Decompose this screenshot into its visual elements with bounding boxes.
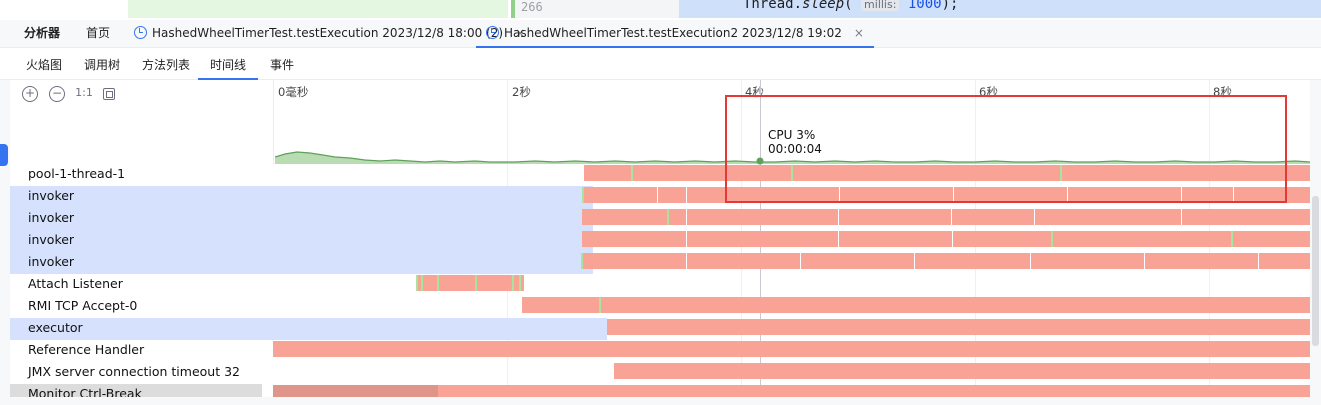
- thread-row[interactable]: invoker: [10, 252, 1310, 274]
- state-marker: [519, 275, 521, 291]
- thread-name: pool-1-thread-1: [28, 166, 126, 181]
- running-segment[interactable]: [582, 231, 1310, 247]
- tab-home[interactable]: 首页: [86, 20, 110, 48]
- left-tool-strip: [0, 80, 10, 405]
- zoom-in-icon[interactable]: +: [22, 86, 38, 102]
- thread-name: JMX server connection timeout 32: [28, 364, 240, 379]
- ruler-label: 0毫秒: [278, 85, 309, 99]
- code-text: Thread.sleep( millis: 1000);: [743, 0, 959, 12]
- tab-snapshot-2[interactable]: HashedWheelTimerTest.testExecution2 2023…: [476, 20, 874, 48]
- tab-events[interactable]: 事件: [270, 52, 294, 80]
- thread-name: invoker: [28, 232, 75, 247]
- profiler-window: 266 Thread.sleep( millis: 1000); 分析器 首页 …: [0, 0, 1321, 405]
- thread-row[interactable]: JMX server connection timeout 32: [10, 362, 1310, 384]
- tab-call-tree[interactable]: 调用树: [84, 52, 120, 80]
- tool-strip-active-marker[interactable]: [0, 144, 8, 166]
- snapshot-clock-icon: [486, 26, 499, 39]
- state-marker: [667, 209, 669, 225]
- line-gutter: 266: [511, 0, 679, 18]
- state-marker: [631, 165, 633, 181]
- annotation-highlight-box: [725, 95, 1287, 203]
- code-line[interactable]: Thread.sleep( millis: 1000);: [679, 0, 1321, 18]
- thread-name: RMI TCP Accept-0: [28, 298, 138, 313]
- thread-name: invoker: [28, 210, 75, 225]
- state-marker: [421, 275, 423, 291]
- thread-row[interactable]: RMI TCP Accept-0: [10, 296, 1310, 318]
- running-segment[interactable]: [416, 275, 524, 291]
- fit-to-window-icon[interactable]: [103, 88, 115, 100]
- tab-snapshot-1-label: HashedWheelTimerTest.testExecution 2023/…: [152, 26, 504, 40]
- thread-name: Attach Listener: [28, 276, 123, 291]
- zoom-reset-button[interactable]: 1:1: [74, 86, 94, 102]
- state-marker: [475, 275, 477, 291]
- scrollbar-thumb[interactable]: [1312, 196, 1319, 346]
- thread-name: invoker: [28, 254, 75, 269]
- status-strip: [0, 397, 1321, 405]
- tab-timeline[interactable]: 时间线: [198, 52, 259, 80]
- running-segment[interactable]: [273, 341, 1310, 357]
- state-marker: [1051, 231, 1053, 247]
- view-tab-bar: 火焰图 调用树 方法列表 时间线 事件: [0, 52, 1321, 80]
- state-marker: [416, 275, 418, 291]
- running-segment[interactable]: [522, 297, 1310, 313]
- state-marker: [581, 253, 583, 269]
- close-icon[interactable]: ×: [854, 26, 864, 40]
- tab-flame-graph[interactable]: 火焰图: [26, 52, 62, 80]
- tab-method-list[interactable]: 方法列表: [142, 52, 190, 80]
- state-marker: [512, 275, 514, 291]
- line-number: 266: [521, 0, 543, 14]
- param-hint: millis:: [861, 0, 900, 11]
- running-segment[interactable]: [607, 319, 1310, 335]
- state-marker: [437, 275, 439, 291]
- running-segment[interactable]: [582, 253, 1310, 269]
- thread-name: executor: [28, 320, 83, 335]
- editor-strip: 266 Thread.sleep( millis: 1000);: [0, 0, 1321, 18]
- state-marker: [582, 187, 584, 203]
- state-marker: [1231, 231, 1233, 247]
- zoom-out-icon[interactable]: −: [49, 86, 65, 102]
- running-segment[interactable]: [614, 363, 1310, 379]
- tab-snapshot-2-label: HashedWheelTimerTest.testExecution2 2023…: [504, 26, 842, 40]
- state-marker: [599, 297, 601, 313]
- thread-row[interactable]: Attach Listener: [10, 274, 1310, 296]
- running-segment[interactable]: [582, 209, 1310, 225]
- thread-row[interactable]: Reference Handler: [10, 340, 1310, 362]
- thread-row[interactable]: executor: [10, 318, 1310, 340]
- thread-row[interactable]: invoker: [10, 208, 1310, 230]
- vertical-scrollbar[interactable]: [1310, 80, 1321, 405]
- profiler-title: 分析器: [24, 26, 61, 40]
- editor-diff-highlight: [128, 0, 508, 18]
- snapshot-clock-icon: [134, 26, 147, 39]
- profiler-tab-bar: 分析器 首页 HashedWheelTimerTest.testExecutio…: [0, 20, 1321, 48]
- tab-snapshot-1[interactable]: HashedWheelTimerTest.testExecution 2023/…: [134, 20, 525, 48]
- thread-name: invoker: [28, 188, 75, 203]
- ruler-label: 2秒: [512, 85, 531, 99]
- thread-row[interactable]: invoker: [10, 230, 1310, 252]
- thread-name: Reference Handler: [28, 342, 145, 357]
